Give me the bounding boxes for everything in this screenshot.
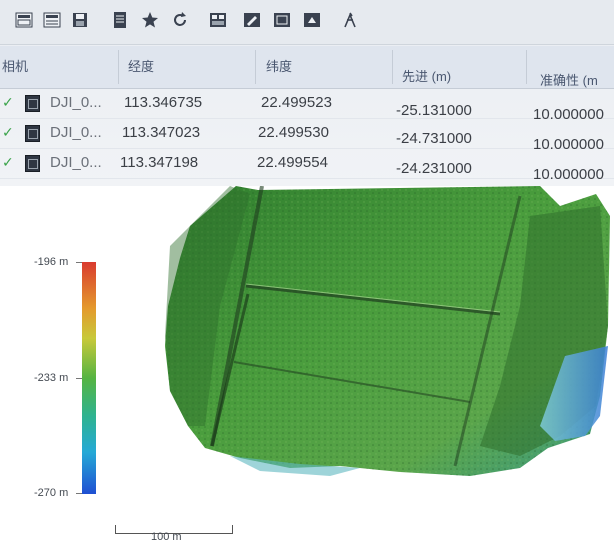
camera-name: DJI_0... — [50, 94, 102, 111]
latitude-cell: 22.499523 — [261, 94, 332, 111]
image-export-icon[interactable] — [302, 9, 322, 31]
image-file-icon — [25, 155, 40, 172]
fire-icon[interactable] — [340, 9, 360, 31]
edit-image-icon[interactable] — [242, 9, 262, 31]
table-row[interactable]: ✓ DJI_0... 113.347023 22.499530 -24.7310… — [0, 118, 614, 153]
image-grid-icon[interactable] — [208, 9, 228, 31]
document-icon[interactable] — [110, 9, 130, 31]
altitude-cell: -25.131000 — [396, 102, 472, 119]
latitude-cell: 22.499530 — [258, 124, 329, 141]
scale-bar-label: 100 m — [151, 531, 182, 543]
grid-view-icon[interactable] — [14, 9, 34, 31]
table-icon[interactable] — [42, 9, 62, 31]
dsm-viewer: -196 m -233 m -270 m 100 m — [0, 186, 614, 549]
legend-max-label: -196 m — [34, 256, 69, 268]
image-select-icon[interactable] — [272, 9, 292, 31]
accuracy-cell: 10.000000 — [533, 166, 604, 183]
legend-min-label: -270 m — [34, 487, 69, 499]
longitude-cell: 113.347198 — [120, 154, 199, 171]
grid-header: 相机 经度 纬度 先进 (m) 准确性 (m — [0, 46, 614, 89]
legend-mid-label: -233 m — [34, 372, 69, 384]
altitude-cell: -24.731000 — [396, 130, 472, 147]
camera-name: DJI_0... — [50, 124, 102, 141]
column-header-longitude[interactable]: 经度 — [128, 56, 154, 75]
longitude-cell: 113.347023 — [122, 124, 201, 141]
check-icon[interactable]: ✓ — [2, 154, 14, 171]
elevation-legend-bar — [82, 262, 96, 494]
star-icon[interactable] — [140, 9, 160, 31]
reference-panel: 相机 经度 纬度 先进 (m) 准确性 (m ✓ DJI_0... 113.34… — [0, 0, 614, 186]
longitude-cell: 113.346735 — [124, 94, 203, 111]
column-header-accuracy[interactable]: 准确性 (m — [540, 70, 598, 89]
image-file-icon — [25, 95, 40, 112]
column-header-altitude[interactable]: 先进 (m) — [402, 66, 451, 85]
image-file-icon — [25, 125, 40, 142]
column-header-camera[interactable]: 相机 — [2, 56, 28, 75]
refresh-icon[interactable] — [170, 9, 190, 31]
check-icon[interactable]: ✓ — [2, 124, 14, 141]
save-icon[interactable] — [70, 9, 90, 31]
table-row[interactable]: ✓ DJI_0... 113.346735 22.499523 -25.1310… — [0, 88, 614, 123]
altitude-cell: -24.231000 — [396, 160, 472, 177]
column-header-latitude[interactable]: 纬度 — [266, 56, 292, 75]
table-row[interactable]: ✓ DJI_0... 113.347198 22.499554 -24.2310… — [0, 148, 614, 183]
toolbar — [0, 0, 614, 45]
latitude-cell: 22.499554 — [257, 154, 328, 171]
check-icon[interactable]: ✓ — [2, 94, 14, 111]
camera-name: DJI_0... — [50, 154, 102, 171]
